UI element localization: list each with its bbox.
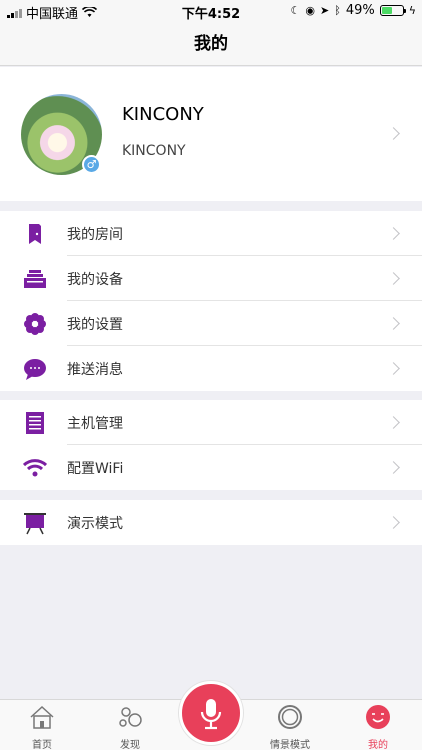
location-icon: ➤ — [320, 4, 330, 17]
gender-male-icon: ♂ — [82, 155, 101, 174]
menu-item-label: 演示模式 — [67, 516, 123, 532]
menu-item-label: 推送消息 — [67, 362, 123, 378]
status-right: ☾ ◉ ➤ ᛒ 49% ϟ — [291, 3, 416, 18]
menu-item-push-messages[interactable]: 推送消息 — [0, 346, 422, 391]
tab-mine[interactable]: 我的 — [336, 700, 420, 750]
menu-group-host: 主机管理 配置WiFi — [0, 400, 422, 490]
voice-mic-button[interactable] — [179, 681, 243, 745]
tab-discover[interactable]: 发现 — [88, 700, 172, 750]
room-icon — [29, 224, 41, 244]
menu-item-my-devices[interactable]: 我的设备 — [0, 256, 422, 301]
tab-scene-mode[interactable]: 情景模式 — [248, 700, 332, 750]
home-icon — [30, 705, 54, 729]
chevron-right-icon — [387, 516, 400, 529]
menu-item-my-room[interactable]: 我的房间 — [0, 211, 422, 256]
menu-item-label: 主机管理 — [67, 416, 123, 432]
chevron-right-icon — [387, 127, 400, 140]
scene-icon — [278, 705, 302, 729]
page-title: 我的 — [0, 22, 422, 66]
profile-card[interactable]: ♂ KINCONY KINCONY — [0, 67, 422, 201]
menu-item-host-management[interactable]: 主机管理 — [0, 400, 422, 445]
chevron-right-icon — [387, 416, 400, 429]
settings-gear-icon — [24, 313, 46, 335]
menu-item-label: 我的房间 — [67, 227, 123, 243]
chevron-right-icon — [387, 317, 400, 330]
wifi-icon — [23, 459, 47, 477]
host-icon — [26, 412, 44, 434]
menu-item-label: 我的设置 — [67, 317, 123, 333]
menu-item-demo-mode[interactable]: 演示模式 — [0, 500, 422, 545]
battery-percent: 49% — [345, 3, 375, 18]
menu-group-personal: 我的房间 我的设备 我的设置 推送消息 — [0, 211, 422, 391]
chevron-right-icon — [387, 362, 400, 375]
discover-icon — [119, 707, 142, 727]
moon-icon: ☾ — [290, 4, 301, 17]
bluetooth-icon: ᛒ — [334, 4, 341, 17]
presentation-icon — [24, 513, 46, 535]
profile-subtitle: KINCONY — [122, 143, 186, 159]
chevron-right-icon — [387, 272, 400, 285]
profile-name: KINCONY — [122, 104, 204, 125]
menu-item-label: 我的设备 — [67, 272, 123, 288]
tab-label: 情景模式 — [270, 740, 310, 750]
menu-item-configure-wifi[interactable]: 配置WiFi — [0, 445, 422, 490]
smiley-icon — [366, 705, 390, 729]
chevron-right-icon — [387, 227, 400, 240]
chevron-right-icon — [387, 461, 400, 474]
tab-home[interactable]: 首页 — [0, 700, 84, 750]
status-bar: 中国联通 下午4:52 ☾ ◉ ➤ ᛒ 49% ϟ — [0, 0, 422, 22]
device-icon — [24, 270, 46, 288]
charging-icon: ϟ — [408, 4, 416, 17]
tab-label: 首页 — [32, 740, 52, 750]
battery-icon — [379, 5, 406, 16]
tab-label: 我的 — [368, 740, 388, 750]
tab-label: 发现 — [120, 740, 140, 750]
lock-rotation-icon: ◉ — [305, 4, 315, 17]
message-bubble-icon — [24, 359, 46, 380]
menu-item-label: 配置WiFi — [67, 461, 124, 477]
menu-group-demo: 演示模式 — [0, 500, 422, 545]
microphone-icon — [200, 699, 222, 730]
menu-item-my-settings[interactable]: 我的设置 — [0, 301, 422, 346]
